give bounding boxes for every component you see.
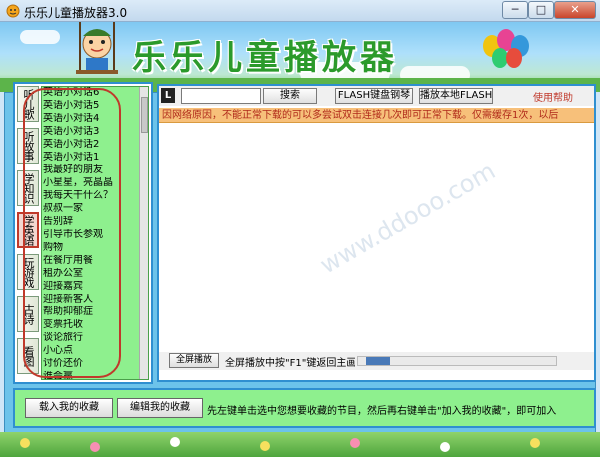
flower-decoration — [440, 442, 450, 452]
list-scrollbar[interactable] — [139, 87, 148, 379]
flash-player-area[interactable]: www.ddooo.com — [159, 124, 594, 350]
notice-marquee: 因网络原因，不能正常下载的可以多尝试双击连接几次即可正常下载。仅需缓存1次，以后 — [159, 108, 594, 123]
help-link[interactable]: 使用帮助 — [533, 89, 573, 104]
fullscreen-button[interactable]: 全屏播放 — [169, 353, 219, 368]
search-input[interactable] — [181, 88, 261, 104]
flower-decoration — [350, 438, 360, 448]
search-button[interactable]: 搜索 — [263, 88, 317, 104]
edit-favorites-button[interactable]: 编辑我的收藏 — [117, 398, 203, 418]
highlight-oval — [23, 88, 121, 378]
app-icon — [6, 4, 20, 18]
l-button[interactable]: L — [161, 88, 175, 103]
minimize-button[interactable]: ─ — [502, 1, 528, 19]
flower-decoration — [530, 438, 540, 448]
player-bottom-bar: 全屏播放 全屏播放中按"F1"键返回主画面 — [159, 352, 594, 370]
flower-decoration — [170, 437, 180, 447]
flower-decoration — [90, 442, 100, 452]
window-title: 乐乐儿童播放器3.0 — [24, 6, 128, 20]
list-scrollbar-thumb[interactable] — [141, 97, 148, 133]
maximize-button[interactable]: □ — [528, 1, 554, 19]
favorites-hint: 先左键单击选中您想要收藏的节目，然后再右键单击"加入我的收藏"，即可加入 — [207, 406, 557, 417]
close-button[interactable]: ✕ — [554, 1, 596, 19]
flower-decoration — [0, 432, 600, 457]
category-panel: 听儿歌 听故事 学知识 学英语 玩游戏 古诗 看图 英语小对话6 英语小对话5 英语… — [13, 82, 153, 384]
flower-decoration — [20, 438, 30, 448]
playback-scrollbar-thumb[interactable] — [366, 357, 390, 365]
player-toolbar: L 搜索 FLASH键盘钢琴 播放本地FLASH 使用帮助 — [159, 86, 594, 106]
playback-scrollbar[interactable] — [357, 356, 557, 366]
app-logo: 乐乐儿童播放器 — [132, 38, 398, 78]
play-local-flash-button[interactable]: 播放本地FLASH — [419, 88, 493, 104]
watermark: www.ddooo.com — [315, 156, 501, 280]
balloons-icon — [483, 29, 529, 68]
favorites-bar: 载入我的收藏 编辑我的收藏 先左键单击选中您想要收藏的节目，然后再右键单击"加入… — [13, 388, 596, 428]
load-favorites-button[interactable]: 载入我的收藏 — [25, 398, 113, 418]
fullscreen-hint: 全屏播放中按"F1"键返回主画面 — [225, 358, 355, 369]
player-panel: L 搜索 FLASH键盘钢琴 播放本地FLASH 使用帮助 因网络原因，不能正常… — [157, 84, 596, 382]
cloud-decoration — [20, 30, 60, 44]
title-bar: 乐乐儿童播放器3.0 ─ □ ✕ — [0, 0, 600, 22]
flash-piano-button[interactable]: FLASH键盘钢琴 — [335, 88, 413, 104]
flower-decoration — [260, 441, 270, 451]
